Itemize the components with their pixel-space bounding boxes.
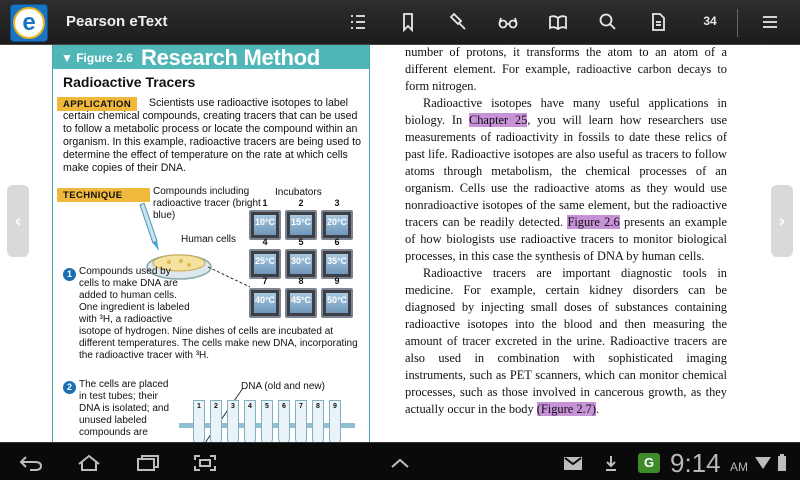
system-bar: G 9:14 AM: [0, 442, 800, 480]
app-title: Pearson eText: [66, 13, 168, 30]
incubator: 20°C: [321, 210, 353, 240]
download-icon[interactable]: [596, 452, 626, 474]
incubator-temperature: 30°C: [290, 256, 312, 266]
paragraph-3: Radioactive tracers are important diagno…: [405, 265, 727, 418]
incubator-temperature: 50°C: [326, 295, 348, 305]
bookmark-icon[interactable]: [396, 11, 420, 33]
application-text: Scientists use radioactive isotopes to l…: [63, 97, 361, 174]
incubator-number: 4: [262, 237, 268, 247]
p3-text-a: Radioactive tracers are important diagno…: [405, 266, 727, 416]
mail-icon[interactable]: [558, 452, 588, 474]
incubator-number: 2: [298, 198, 304, 208]
reader-page: ‹ › ▼ Figure 2.6 Research Method Radioac…: [0, 45, 800, 442]
incubator-temperature: 10°C: [254, 217, 276, 227]
incubator-temperature: 15°C: [290, 217, 312, 227]
incubator-number: 7: [262, 276, 268, 286]
step-1-text-b: isotope of hydrogen. Nine dishes of cell…: [79, 326, 358, 361]
test-tube: 8: [312, 400, 324, 442]
contents-list-icon[interactable]: [346, 11, 370, 33]
paragraph-2: Radioactive isotopes have many useful ap…: [405, 95, 727, 265]
test-tube: 7: [295, 400, 307, 442]
logo-e-icon: e: [13, 7, 45, 39]
highlighter-icon[interactable]: [446, 11, 470, 33]
incubator-temperature: 25°C: [254, 256, 276, 266]
screenshot-icon[interactable]: [190, 452, 220, 474]
page-icon[interactable]: [646, 11, 670, 33]
incubator-number: 3: [334, 198, 340, 208]
incubator-number: 9: [334, 276, 340, 286]
incubator-number: 8: [298, 276, 304, 286]
test-tube: 3: [227, 400, 239, 442]
step-2-badge: 2: [63, 381, 76, 394]
compounds-label: Compounds including radioactive tracer (…: [153, 186, 261, 221]
incubator-temperature: 20°C: [326, 217, 348, 227]
incubator-temperature: 35°C: [326, 256, 348, 266]
incubator: 50°C: [321, 288, 353, 318]
incubator: 45°C: [285, 288, 317, 318]
technique-tag: TECHNIQUE: [57, 188, 150, 202]
test-tube: 5: [261, 400, 273, 442]
clock-ampm: AM: [730, 460, 748, 474]
figure-2-6-panel[interactable]: ▼ Figure 2.6 Research Method Radioactive…: [52, 45, 370, 442]
step-2-text: The cells are placed in test tubes; thei…: [79, 379, 170, 438]
figure-header: ▼ Figure 2.6 Research Method: [53, 45, 369, 70]
app-notification-icon[interactable]: G: [638, 453, 660, 473]
chevron-up-icon[interactable]: [385, 452, 415, 474]
back-icon[interactable]: [16, 452, 46, 474]
glasses-icon[interactable]: [496, 11, 520, 33]
paragraph-1: number of protons, it transforms the ato…: [405, 45, 727, 93]
app-logo[interactable]: e: [10, 4, 48, 42]
incubator: 10°C: [249, 210, 281, 240]
incubator: 40°C: [249, 288, 281, 318]
action-bar: e Pearson eText 34: [0, 0, 800, 45]
figure-label: ▼ Figure 2.6: [61, 51, 133, 65]
incubator: 25°C: [249, 249, 281, 279]
figure-2-6-link[interactable]: Figure 2.6: [567, 215, 620, 229]
incubator-number: 5: [298, 237, 304, 247]
clock-time: 9:14: [670, 448, 721, 478]
next-page-arrow[interactable]: ›: [771, 185, 793, 257]
incubator-number: 1: [262, 198, 268, 208]
menu-icon[interactable]: [758, 11, 782, 33]
test-tube: 6: [278, 400, 290, 442]
search-icon[interactable]: [596, 11, 620, 33]
step-1-badge: 1: [63, 268, 76, 281]
step-1-text-a: Compounds used by cells to make DNA are …: [79, 266, 190, 325]
previous-page-arrow[interactable]: ‹: [7, 185, 29, 257]
home-icon[interactable]: [74, 452, 104, 474]
test-tube: 4: [244, 400, 256, 442]
test-tube: 2: [210, 400, 222, 442]
pointer-line: [208, 266, 251, 288]
test-tube: 9: [329, 400, 341, 442]
body-text-column: number of protons, it transforms the ato…: [405, 45, 727, 418]
incubator-temperature: 40°C: [254, 295, 276, 305]
wifi-icon: [752, 452, 774, 474]
figure-subtitle: Radioactive Tracers: [63, 74, 196, 90]
page-number[interactable]: 34: [692, 14, 728, 28]
test-tube: 1: [193, 400, 205, 442]
incubator: 15°C: [285, 210, 317, 240]
chapter-25-link[interactable]: Chapter 25: [468, 113, 528, 127]
incubator: 35°C: [321, 249, 353, 279]
battery-icon: [772, 452, 792, 474]
incubator-number: 6: [334, 237, 340, 247]
dna-label: DNA (old and new): [241, 381, 325, 392]
p2-text-b: , you will learn how researchers use mea…: [405, 113, 728, 229]
recent-apps-icon[interactable]: [132, 452, 162, 474]
incubator-temperature: 45°C: [290, 295, 312, 305]
figure-title: Research Method: [141, 45, 320, 70]
figure-2-7-link[interactable]: (Figure 2.7): [536, 402, 596, 416]
incubator: 30°C: [285, 249, 317, 279]
toolbar-divider: [737, 9, 738, 37]
p3-text-b: .: [595, 402, 600, 416]
book-icon[interactable]: [546, 11, 570, 33]
